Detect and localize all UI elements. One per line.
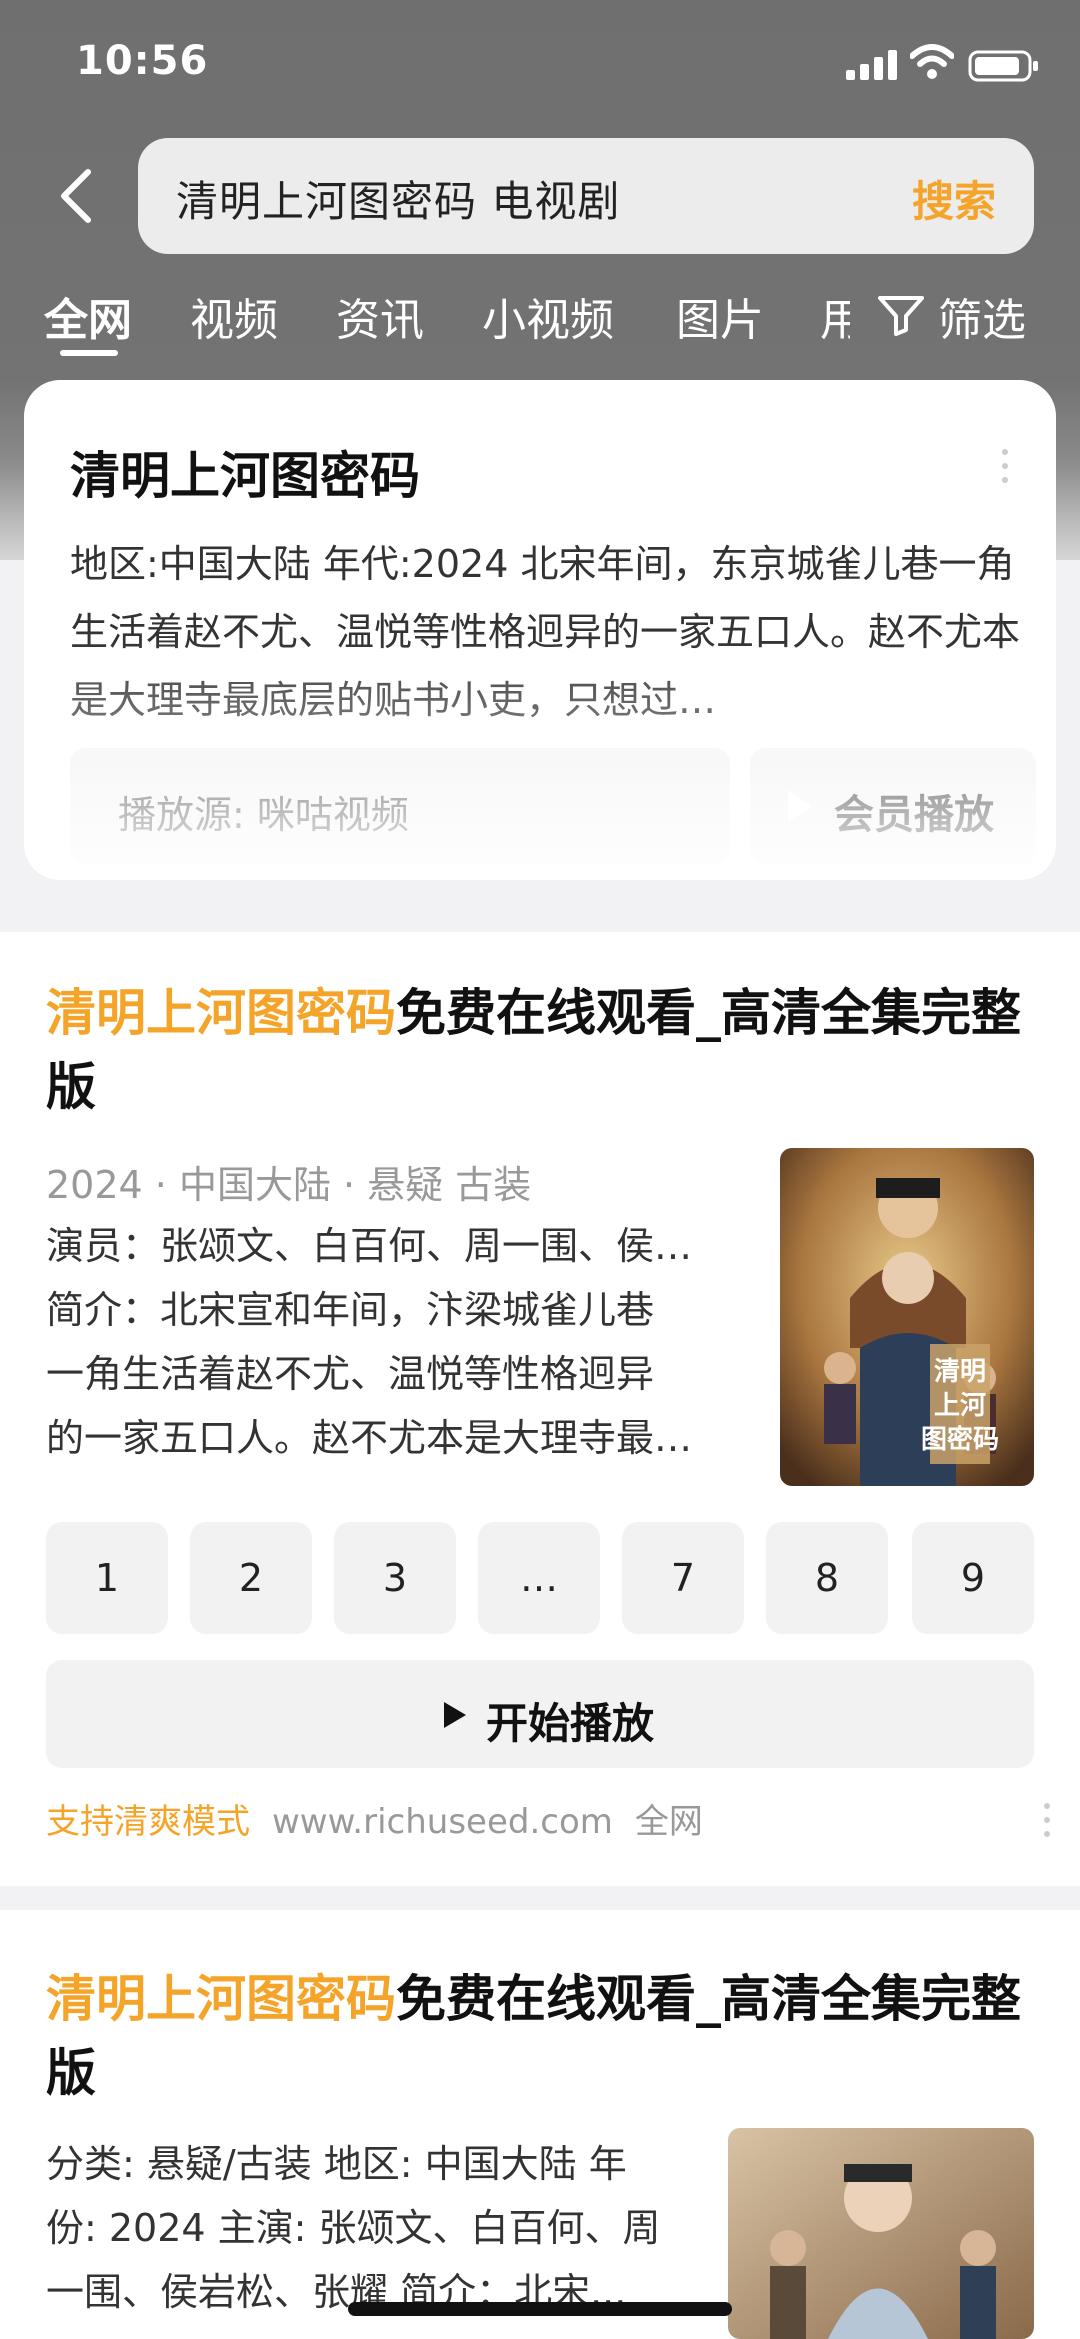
result-info-line: 分类: 悬疑/古装 地区: 中国大陆 年 — [46, 2142, 627, 2186]
result-title[interactable]: 清明上河图密码免费在线观看_高清全集完整版 — [46, 1962, 1036, 2110]
result-site[interactable]: www.richuseed.com — [272, 1802, 613, 1842]
active-tab-indicator — [60, 350, 118, 356]
more-options-icon[interactable] — [1042, 1800, 1052, 1840]
episode-button[interactable]: 8 — [766, 1522, 888, 1634]
result-meta: 2024 · 中国大陆 · 悬疑 古装 — [46, 1163, 532, 1207]
category-tabs: 全网 视频 资讯 小视频 图片 用 筛选 — [0, 270, 1080, 360]
more-options-icon[interactable] — [1000, 446, 1010, 486]
svg-text:清明: 清明 — [934, 1357, 986, 1387]
home-indicator — [348, 2302, 732, 2316]
search-input[interactable]: 清明上河图密码 电视剧 — [176, 168, 620, 229]
result-scope: 全网 — [634, 1802, 703, 1842]
member-play-button[interactable]: 会员播放 — [750, 748, 1036, 866]
search-result-card: 清明上河图密码免费在线观看_高清全集完整版 2024 · 中国大陆 · 悬疑 古… — [0, 932, 1080, 1886]
tab-images[interactable]: 图片 — [676, 284, 764, 348]
status-bar: 10:56 — [0, 0, 1080, 130]
play-source[interactable]: 播放源: 咪咕视频 — [70, 748, 730, 866]
result-info-line: 份: 2024 主演: 张颂文、白百何、周 — [46, 2206, 661, 2250]
result-info: 演员：张颂文、白百何、周一围、侯… 简介：北宋宣和年间，汴梁城雀儿巷 一角生活着… — [46, 1214, 746, 1470]
play-source-label: 播放源: 咪咕视频 — [118, 793, 409, 837]
episode-button[interactable]: 2 — [190, 1522, 312, 1634]
tab-short-video[interactable]: 小视频 — [482, 284, 614, 348]
tab-video[interactable]: 视频 — [190, 284, 278, 348]
result-intro-line: 简介：北宋宣和年间，汴梁城雀儿巷 — [46, 1288, 655, 1332]
search-result-card: 清明上河图密码免费在线观看_高清全集完整版 分类: 悬疑/古装 地区: 中国大陆… — [0, 1910, 1080, 2339]
filter-icon[interactable] — [876, 290, 926, 338]
result-footer: 支持清爽模式 www.richuseed.com 全网 — [46, 1794, 703, 1843]
result-title[interactable]: 清明上河图密码免费在线观看_高清全集完整版 — [46, 976, 1036, 1124]
episode-button[interactable]: 9 — [912, 1522, 1034, 1634]
feature-card[interactable]: 清明上河图密码 地区:中国大陆 年代:2024 北宋年间，东京城雀儿巷一角生活着… — [24, 380, 1056, 880]
back-arrow-icon[interactable] — [56, 164, 96, 228]
clean-mode-tag[interactable]: 支持清爽模式 — [46, 1802, 250, 1842]
episode-button[interactable]: 7 — [622, 1522, 744, 1634]
result-cast: 演员：张颂文、白百何、周一围、侯… — [46, 1224, 693, 1268]
drama-poster[interactable]: 清明 上河 图密码 — [780, 1148, 1034, 1486]
battery-icon — [968, 50, 1038, 82]
result-intro-line: 的一家五口人。赵不尤本是大理寺最… — [46, 1416, 693, 1460]
episode-more-button[interactable]: … — [478, 1522, 600, 1634]
play-icon — [444, 1702, 466, 1728]
result-info: 分类: 悬疑/古装 地区: 中国大陆 年 份: 2024 主演: 张颂文、白百何… — [46, 2132, 706, 2324]
episode-list: 1 2 3 … 7 8 9 — [46, 1522, 1036, 1634]
play-icon — [788, 790, 812, 822]
result-intro-line: 一角生活着赵不尤、温悦等性格迥异 — [46, 1352, 655, 1396]
wifi-icon — [910, 44, 954, 79]
member-play-label: 会员播放 — [834, 792, 994, 838]
search-bar[interactable]: 清明上河图密码 电视剧 搜索 — [138, 138, 1034, 254]
tab-partial[interactable]: 用 — [820, 284, 850, 348]
svg-text:图密码: 图密码 — [921, 1424, 999, 1455]
episode-button[interactable]: 1 — [46, 1522, 168, 1634]
tab-all[interactable]: 全网 — [44, 284, 132, 348]
feature-title: 清明上河图密码 — [70, 447, 420, 505]
feature-description: 地区:中国大陆 年代:2024 北宋年间，东京城雀儿巷一角生活着赵不尤、温悦等性… — [70, 542, 1020, 722]
status-time: 10:56 — [76, 38, 209, 84]
tab-news[interactable]: 资讯 — [336, 284, 424, 348]
svg-text:上河: 上河 — [934, 1391, 986, 1421]
start-play-label: 开始播放 — [486, 1699, 655, 1748]
filter-button[interactable]: 筛选 — [938, 284, 1026, 348]
drama-thumbnail[interactable] — [728, 2128, 1034, 2339]
start-play-button[interactable]: 开始播放 — [46, 1660, 1034, 1768]
search-button[interactable]: 搜索 — [912, 168, 996, 229]
cellular-signal-icon — [846, 50, 897, 80]
episode-button[interactable]: 3 — [334, 1522, 456, 1634]
